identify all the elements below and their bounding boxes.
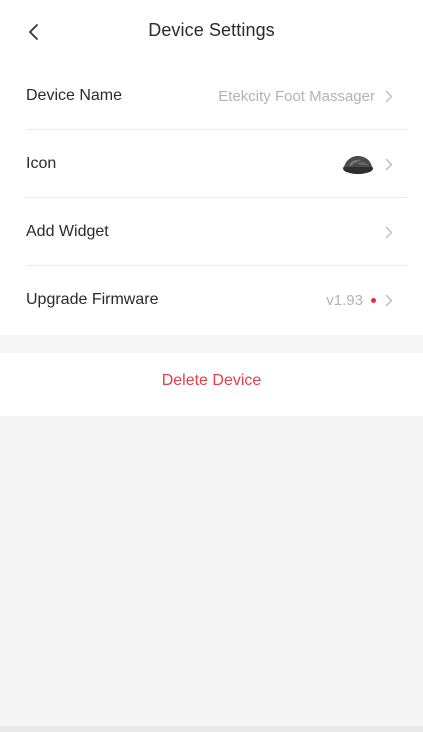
icon-label: Icon — [26, 155, 57, 172]
add-widget-right — [385, 226, 393, 239]
firmware-version: v1.93 — [326, 291, 363, 309]
add-widget-row[interactable]: Add Widget — [6, 198, 407, 266]
page-title: Device Settings — [148, 20, 275, 40]
chevron-right-icon — [385, 90, 393, 103]
header-bar: Device Settings — [0, 0, 423, 62]
section-separator — [0, 335, 423, 353]
chevron-right-icon — [385, 294, 393, 307]
update-available-dot — [371, 297, 376, 303]
device-name-right: Etekcity Foot Massager — [218, 88, 393, 105]
device-name-label: Device Name — [26, 87, 123, 104]
chevron-right-icon — [385, 158, 393, 171]
chevron-right-icon — [385, 226, 393, 239]
icon-row[interactable]: Icon — [6, 130, 407, 198]
add-widget-label: Add Widget — [26, 223, 109, 240]
foot-massager-icon — [341, 153, 375, 175]
upgrade-firmware-label: Upgrade Firmware — [26, 291, 159, 308]
device-settings-screen: Device Settings Device Name Etekcity Foo… — [0, 0, 423, 732]
settings-list: Device Name Etekcity Foot Massager Icon — [6, 62, 407, 334]
icon-right — [341, 153, 393, 175]
device-name-row[interactable]: Device Name Etekcity Foot Massager — [6, 62, 407, 130]
upgrade-firmware-right: v1.93 — [326, 292, 393, 309]
upgrade-firmware-row[interactable]: Upgrade Firmware v1.93 — [6, 266, 407, 334]
device-name-value: Etekcity Foot Massager — [218, 87, 375, 105]
delete-device-button[interactable]: Delete Device — [0, 353, 423, 409]
bottom-edge — [0, 726, 423, 732]
